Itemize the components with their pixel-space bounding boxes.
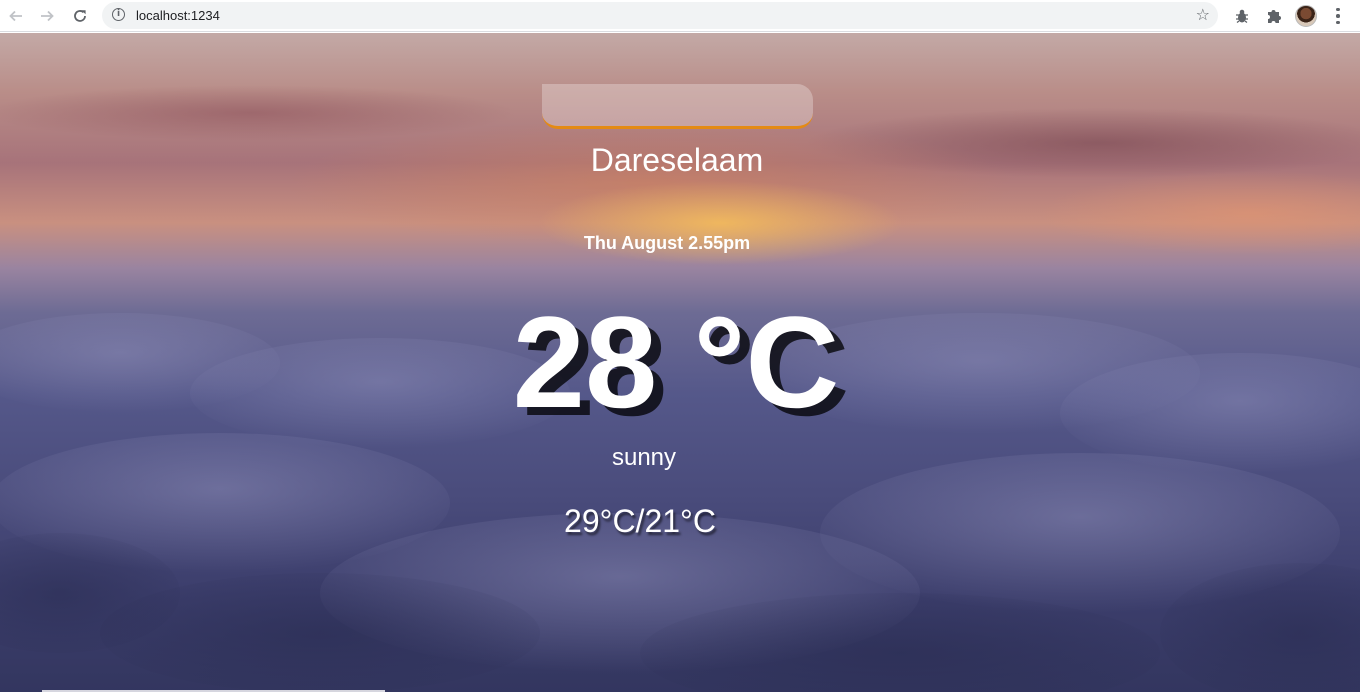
back-button[interactable]: [4, 4, 28, 28]
current-temperature: 28 °C: [512, 289, 840, 435]
reload-button[interactable]: [68, 4, 92, 28]
arrow-left-icon: [9, 10, 22, 22]
weather-app: Dareselaam Thu August 2.55pm 28 °C sunny…: [0, 33, 1360, 692]
bug-icon: [1236, 9, 1248, 24]
puzzle-icon: [1268, 10, 1281, 23]
star-icon[interactable]: ☆: [1196, 5, 1210, 24]
high-low-temperature: 29°C/21°C: [564, 503, 716, 539]
extension-bug-button[interactable]: [1230, 4, 1254, 28]
address-bar[interactable]: i localhost:1234 ☆: [102, 2, 1218, 29]
url-text[interactable]: localhost:1234: [136, 8, 220, 23]
extensions-button[interactable]: [1262, 4, 1286, 28]
reload-icon: [74, 10, 86, 22]
date-time: Thu August 2.55pm: [583, 233, 751, 253]
kebab-menu-icon[interactable]: [1330, 4, 1346, 28]
city-search-input[interactable]: [542, 84, 813, 129]
arrow-right-icon: [41, 10, 54, 22]
info-icon[interactable]: i: [112, 8, 125, 21]
browser-toolbar: i localhost:1234 ☆: [0, 0, 1360, 32]
forward-button[interactable]: [35, 4, 59, 28]
avatar[interactable]: [1295, 5, 1317, 27]
city-name: Dareselaam: [590, 142, 764, 178]
weather-condition: sunny: [611, 444, 677, 471]
